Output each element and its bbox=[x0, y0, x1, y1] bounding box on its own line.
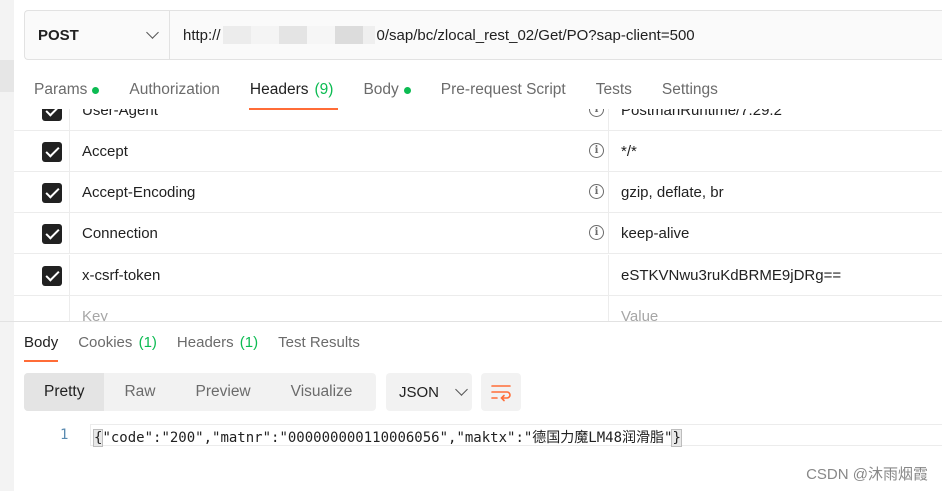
tab-label: Authorization bbox=[129, 81, 220, 98]
tab-settings[interactable]: Settings bbox=[662, 80, 718, 100]
format-segmented-control: Pretty Raw Preview Visualize bbox=[24, 373, 376, 411]
tab-label: Body bbox=[24, 334, 59, 351]
header-value[interactable]: eSTKVNwu3ruKdBRME9jDRg== bbox=[621, 267, 841, 284]
pane-divider[interactable] bbox=[0, 321, 942, 322]
table-row: Accept i */* bbox=[14, 131, 942, 172]
header-key[interactable]: Accept-Encoding bbox=[82, 184, 195, 201]
column-divider bbox=[608, 109, 609, 130]
tab-body[interactable]: Body bbox=[363, 80, 411, 100]
params-indicator-dot bbox=[92, 86, 100, 94]
left-sidebar-edge bbox=[0, 0, 14, 491]
row-checkbox[interactable] bbox=[42, 142, 62, 162]
row-checkbox[interactable] bbox=[42, 183, 62, 203]
column-divider bbox=[608, 213, 609, 253]
table-row: x-csrf-token eSTKVNwu3ruKdBRME9jDRg== bbox=[14, 255, 942, 296]
line-number: 1 bbox=[60, 427, 69, 443]
format-pretty[interactable]: Pretty bbox=[24, 373, 105, 411]
tab-label: Body bbox=[363, 81, 399, 98]
method-select[interactable]: POST bbox=[25, 11, 170, 59]
info-icon[interactable]: i bbox=[589, 225, 604, 240]
tab-label: Params bbox=[34, 81, 88, 98]
header-key[interactable]: Connection bbox=[82, 225, 158, 242]
response-tab-test-results[interactable]: Test Results bbox=[278, 334, 360, 351]
column-divider bbox=[69, 172, 70, 212]
body-indicator-dot bbox=[403, 86, 411, 94]
response-tab-headers[interactable]: Headers (1) bbox=[177, 334, 258, 351]
row-checkbox[interactable] bbox=[42, 224, 62, 244]
tab-label: Cookies bbox=[78, 334, 133, 351]
tab-label: Pre-request Script bbox=[440, 81, 566, 98]
column-divider bbox=[608, 172, 609, 212]
table-row: Accept-Encoding i gzip, deflate, br bbox=[14, 172, 942, 213]
header-value[interactable]: keep-alive bbox=[621, 225, 689, 242]
header-key[interactable]: User-Agent bbox=[82, 109, 158, 119]
table-row-new: Key Value bbox=[14, 296, 942, 321]
tab-label: Tests bbox=[595, 81, 632, 98]
column-divider bbox=[69, 255, 70, 295]
url-input[interactable]: http:// 0/sap/bc/zlocal_rest_02/Get/PO?s… bbox=[170, 11, 942, 59]
request-bar: POST http:// 0/sap/bc/zlocal_rest_02/Get… bbox=[24, 10, 942, 60]
info-icon[interactable]: i bbox=[589, 109, 604, 117]
wrap-lines-button[interactable] bbox=[481, 373, 521, 411]
tab-label: Test Results bbox=[278, 334, 360, 351]
headers-count: (9) bbox=[314, 81, 334, 98]
column-divider bbox=[608, 131, 609, 171]
new-value-input[interactable]: Value bbox=[621, 308, 658, 321]
sidebar-highlight bbox=[0, 60, 14, 92]
headers-table: User-Agent i PostmanRuntime/7.29.2 Accep… bbox=[14, 109, 942, 321]
column-divider bbox=[608, 296, 609, 321]
wrap-lines-icon bbox=[491, 385, 511, 402]
code-body-text: "code":"200","matnr":"000000000110006056… bbox=[102, 430, 673, 446]
column-divider bbox=[69, 296, 70, 321]
column-divider bbox=[69, 109, 70, 130]
cookies-count: (1) bbox=[138, 334, 157, 351]
row-checkbox[interactable] bbox=[42, 266, 62, 286]
row-checkbox[interactable] bbox=[42, 109, 62, 121]
response-tab-body[interactable]: Body bbox=[24, 334, 59, 362]
header-value[interactable]: */* bbox=[621, 143, 637, 160]
info-icon[interactable]: i bbox=[589, 143, 604, 158]
format-visualize[interactable]: Visualize bbox=[271, 373, 373, 411]
tab-label: Settings bbox=[661, 81, 718, 98]
column-divider bbox=[69, 131, 70, 171]
headers-count: (1) bbox=[239, 334, 259, 351]
tab-label: Headers bbox=[249, 81, 309, 98]
tab-tests[interactable]: Tests bbox=[596, 80, 632, 100]
info-icon[interactable]: i bbox=[589, 184, 604, 199]
language-select[interactable]: JSON bbox=[386, 373, 472, 411]
header-key[interactable]: Accept bbox=[82, 143, 128, 160]
response-body-editor[interactable]: 1 {"code":"200","matnr":"000000000110006… bbox=[24, 423, 942, 447]
column-divider bbox=[69, 213, 70, 253]
url-suffix: 0/sap/bc/zlocal_rest_02/Get/PO?sap-clien… bbox=[376, 26, 695, 44]
header-value[interactable]: PostmanRuntime/7.29.2 bbox=[621, 109, 782, 119]
request-tabs: Params Authorization Headers (9) Body Pre… bbox=[34, 80, 748, 110]
chevron-down-icon bbox=[146, 26, 159, 39]
format-raw[interactable]: Raw bbox=[104, 373, 175, 411]
column-divider bbox=[608, 255, 609, 295]
format-preview[interactable]: Preview bbox=[176, 373, 271, 411]
tab-authorization[interactable]: Authorization bbox=[129, 80, 219, 100]
new-key-input[interactable]: Key bbox=[82, 308, 108, 321]
table-row: Connection i keep-alive bbox=[14, 213, 942, 254]
code-line: {"code":"200","matnr":"00000000011000605… bbox=[92, 427, 682, 447]
header-key[interactable]: x-csrf-token bbox=[82, 267, 160, 284]
tab-params[interactable]: Params bbox=[34, 80, 100, 100]
watermark-text: CSDN @沐雨烟霞 bbox=[806, 466, 928, 483]
response-tab-cookies[interactable]: Cookies (1) bbox=[78, 334, 157, 351]
tab-label: Headers bbox=[176, 334, 234, 351]
chevron-down-icon bbox=[455, 383, 468, 396]
close-brace: } bbox=[671, 429, 682, 447]
language-label: JSON bbox=[399, 383, 440, 401]
response-tabs: Body Cookies (1) Headers (1) Test Result… bbox=[24, 334, 380, 362]
tab-headers[interactable]: Headers (9) bbox=[248, 80, 338, 110]
redacted-host bbox=[222, 25, 375, 45]
method-label: POST bbox=[38, 26, 79, 44]
header-value[interactable]: gzip, deflate, br bbox=[621, 184, 724, 201]
table-row: User-Agent i PostmanRuntime/7.29.2 bbox=[14, 109, 942, 131]
url-prefix: http:// bbox=[183, 26, 221, 44]
tab-pre-request-script[interactable]: Pre-request Script bbox=[441, 80, 566, 100]
